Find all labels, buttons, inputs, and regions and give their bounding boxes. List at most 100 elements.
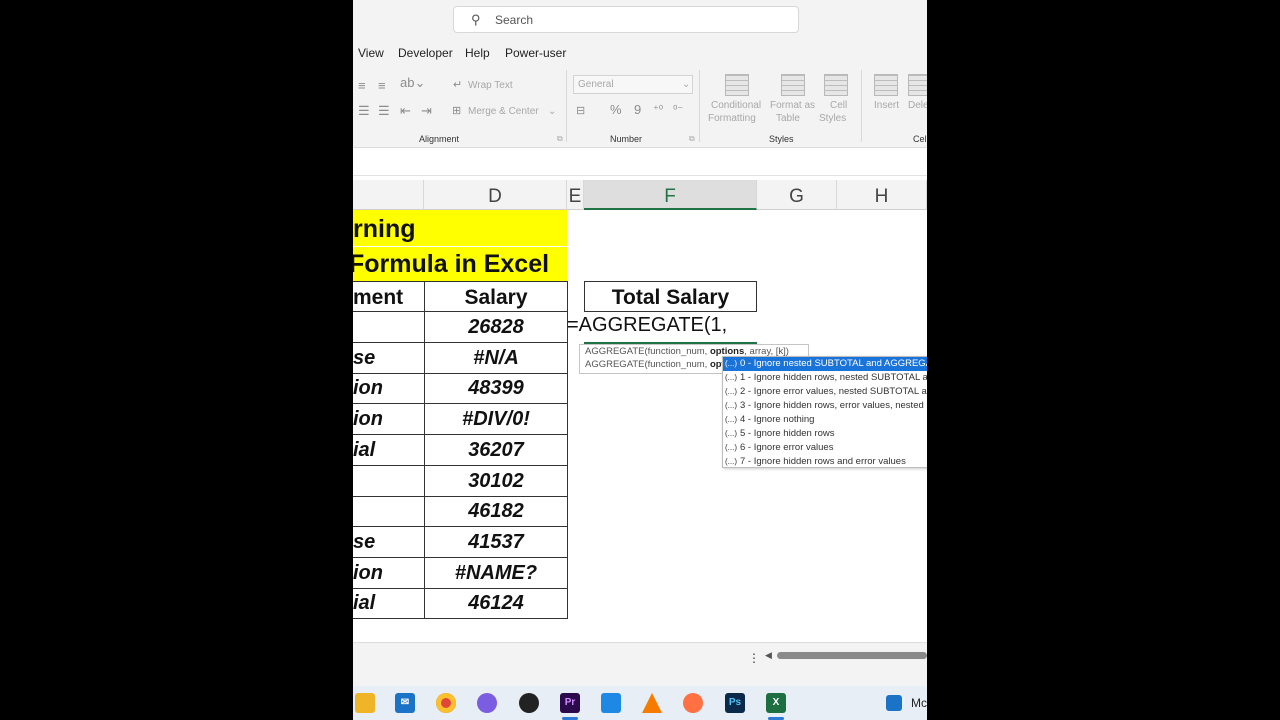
merge-center-button[interactable]: Merge & Center xyxy=(468,106,539,117)
obs-icon[interactable] xyxy=(519,693,539,713)
merge-center-icon[interactable]: ⊞ xyxy=(452,104,461,117)
widgets-icon[interactable] xyxy=(886,695,902,711)
firefox-icon[interactable] xyxy=(683,693,703,713)
dropdown-option[interactable]: (...) 7 - Ignore hidden rows and error va… xyxy=(723,455,927,467)
salary-cell[interactable]: 26828 xyxy=(424,312,568,343)
column-headers: D E F G H xyxy=(353,180,927,210)
photoshop-icon[interactable]: Ps xyxy=(725,693,745,713)
number-launcher-icon[interactable]: ⧉ xyxy=(689,134,695,144)
menu-view[interactable]: View xyxy=(358,46,384,60)
format-as-table-icon[interactable] xyxy=(781,74,805,96)
cell-styles-label[interactable]: Cell xyxy=(830,100,847,111)
comma-style-icon[interactable]: 9 xyxy=(634,102,641,117)
chrome-icon[interactable] xyxy=(436,693,456,713)
column-header-c[interactable] xyxy=(353,180,424,210)
cell-styles-label-2[interactable]: Styles xyxy=(819,113,846,124)
column-header-g[interactable]: G xyxy=(757,180,837,210)
wrap-text-icon[interactable]: ↵ xyxy=(453,78,462,91)
premiere-icon[interactable]: Pr xyxy=(560,693,580,713)
wrap-text-button[interactable]: Wrap Text xyxy=(468,80,513,91)
file-explorer-icon[interactable] xyxy=(355,693,375,713)
align-middle-icon[interactable]: ≡ xyxy=(378,78,386,93)
vlc-icon[interactable] xyxy=(642,693,662,713)
align-center-icon[interactable]: ☰ xyxy=(378,103,390,119)
dropdown-option[interactable]: (...) 6 - Ignore error values xyxy=(723,441,927,455)
salary-cell[interactable]: 41537 xyxy=(424,526,568,558)
option-label: 3 - Ignore hidden rows, error values, ne… xyxy=(740,400,927,411)
alignment-launcher-icon[interactable]: ⧉ xyxy=(557,134,563,144)
merge-dropdown-icon[interactable]: ⌄ xyxy=(548,106,556,117)
salary-cell[interactable]: #N/A xyxy=(424,342,568,374)
title-banner-row2[interactable]: Formula in Excel xyxy=(353,247,567,281)
number-format-select[interactable]: General ⌄ xyxy=(573,75,693,94)
ribbon-separator xyxy=(699,70,700,142)
salary-cell[interactable]: 46124 xyxy=(424,588,568,620)
orientation-icon[interactable]: ab⌄ xyxy=(400,75,425,91)
scroll-left-icon[interactable]: ◀ xyxy=(765,650,772,661)
salary-cell[interactable]: 30102 xyxy=(424,465,568,497)
department-cell[interactable] xyxy=(353,312,424,343)
total-salary-header[interactable]: Total Salary xyxy=(584,281,757,312)
more-options-icon[interactable]: ⋮ xyxy=(748,651,760,665)
header-salary[interactable]: Salary xyxy=(424,281,568,312)
menu-power-user[interactable]: Power-user xyxy=(505,46,566,60)
salary-cell[interactable]: 48399 xyxy=(424,373,568,405)
excel-icon[interactable]: X xyxy=(766,693,786,713)
mail-icon[interactable]: ✉ xyxy=(395,693,415,713)
salary-cell[interactable]: 36207 xyxy=(424,434,568,466)
title-banner-row1[interactable]: rning xyxy=(353,210,567,246)
department-cell[interactable] xyxy=(353,496,424,528)
department-cell[interactable] xyxy=(353,466,424,497)
dropdown-option[interactable]: (...) 3 - Ignore hidden rows, error value… xyxy=(723,399,927,413)
increase-indent-icon[interactable]: ⇥ xyxy=(421,103,432,119)
dropdown-option[interactable]: (...) 2 - Ignore error values, nested SUB… xyxy=(723,385,927,399)
dropdown-option[interactable]: (...) 1 - Ignore hidden rows, nested SUBT… xyxy=(723,371,927,385)
menu-help[interactable]: Help xyxy=(465,46,490,60)
department-cell[interactable]: ion xyxy=(353,373,424,405)
department-cell[interactable]: ion xyxy=(353,404,424,436)
cell-styles-icon[interactable] xyxy=(824,74,848,96)
percent-icon[interactable]: % xyxy=(610,102,622,117)
dropdown-option[interactable]: (...) 5 - Ignore hidden rows xyxy=(723,427,927,441)
department-cell[interactable]: se xyxy=(353,527,424,558)
horizontal-scrollbar[interactable] xyxy=(777,652,927,659)
decrease-decimal-icon[interactable]: ⁰⁻ xyxy=(673,103,683,116)
format-as-table-label-2[interactable]: Table xyxy=(776,113,800,124)
header-department[interactable]: ment xyxy=(353,281,424,312)
dropdown-option[interactable]: (...) 0 - Ignore nested SUBTOTAL and AGGR… xyxy=(723,357,927,371)
worksheet-grid[interactable]: rning Formula in Excel ment Salary Total… xyxy=(353,210,927,642)
store-icon[interactable] xyxy=(601,693,621,713)
search-box[interactable]: ⚲ Search xyxy=(453,6,799,33)
department-cell[interactable]: ial xyxy=(353,435,424,466)
department-cell[interactable]: ion xyxy=(353,558,424,589)
accounting-format-icon[interactable]: ⊟ xyxy=(576,104,585,117)
tooltip-line-2-pre: AGGREGATE(function_num, xyxy=(585,359,710,370)
salary-cell[interactable]: 46182 xyxy=(424,496,568,528)
department-cell[interactable]: ial xyxy=(353,588,424,620)
insert-cells-icon[interactable] xyxy=(874,74,898,96)
menu-developer[interactable]: Developer xyxy=(398,46,453,60)
department-cell[interactable]: se xyxy=(353,343,424,374)
column-header-f[interactable]: F xyxy=(584,180,757,210)
decrease-indent-icon[interactable]: ⇤ xyxy=(400,103,411,119)
salary-cell[interactable]: #NAME? xyxy=(424,557,568,589)
search-placeholder: Search xyxy=(495,13,534,27)
format-as-table-label[interactable]: Format as xyxy=(770,100,815,111)
sheet-bottom-bar: ⋮ ◀ xyxy=(353,642,927,686)
conditional-formatting-label[interactable]: Conditional xyxy=(711,100,761,111)
formula-in-cell[interactable]: =AGGREGATE(1, xyxy=(567,314,727,337)
column-header-h[interactable]: H xyxy=(837,180,927,210)
conditional-formatting-label-2[interactable]: Formatting xyxy=(708,113,756,124)
insert-button[interactable]: Insert xyxy=(874,100,899,111)
dropdown-option[interactable]: (...) 4 - Ignore nothing xyxy=(723,413,927,427)
column-header-e[interactable]: E xyxy=(567,180,584,210)
increase-decimal-icon[interactable]: ⁺⁰ xyxy=(653,103,663,116)
copilot-icon[interactable] xyxy=(477,693,497,713)
align-top-icon[interactable]: ≡ xyxy=(358,78,366,93)
conditional-formatting-icon[interactable] xyxy=(725,74,749,96)
align-left-icon[interactable]: ☰ xyxy=(358,103,370,119)
column-header-d[interactable]: D xyxy=(424,180,567,210)
delete-cells-icon[interactable] xyxy=(908,74,927,96)
salary-cell[interactable]: #DIV/0! xyxy=(424,404,568,436)
delete-button[interactable]: Dele xyxy=(908,100,927,111)
